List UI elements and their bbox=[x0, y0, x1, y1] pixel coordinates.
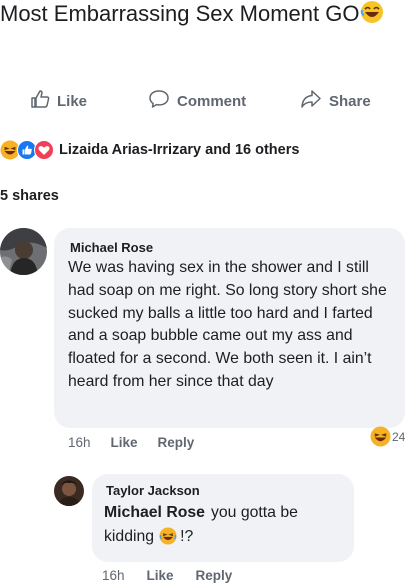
reaction-count: 24 bbox=[392, 429, 405, 444]
reactions-text: Lizaida Arias-Irrizary and 16 others bbox=[59, 142, 300, 158]
reply-text-part-2: !? bbox=[180, 528, 194, 545]
thumbs-up-icon bbox=[30, 89, 50, 113]
speech-bubble-icon bbox=[148, 89, 170, 113]
share-button[interactable]: Share bbox=[300, 88, 371, 114]
comment-meta: 16h Like Reply bbox=[68, 435, 194, 450]
reaction-icons bbox=[0, 140, 54, 160]
comment-reactions[interactable]: 24 bbox=[370, 426, 405, 447]
comment-bubble: Michael Rose We was having sex in the sh… bbox=[54, 228, 405, 428]
post-title-text: Most Embarrassing Sex Moment GO bbox=[0, 1, 360, 26]
post-title: Most Embarrassing Sex Moment GO bbox=[0, 0, 400, 32]
love-reaction-icon bbox=[34, 140, 54, 160]
comment-reply-link[interactable]: Reply bbox=[158, 435, 195, 450]
reactions-summary[interactable]: Lizaida Arias-Irrizary and 16 others bbox=[0, 137, 299, 163]
comment-button[interactable]: Comment bbox=[148, 88, 246, 114]
comment-button-label: Comment bbox=[177, 92, 247, 110]
laughing-face-icon bbox=[360, 0, 384, 32]
haha-reaction-icon bbox=[370, 426, 391, 447]
comment-timestamp[interactable]: 16h bbox=[68, 435, 91, 450]
reply-bubble: Taylor Jackson Michael Rose you gotta be … bbox=[92, 474, 354, 562]
avatar[interactable] bbox=[0, 228, 47, 275]
reply-reply-link[interactable]: Reply bbox=[196, 568, 233, 583]
reply-timestamp[interactable]: 16h bbox=[102, 568, 125, 583]
reply-like-link[interactable]: Like bbox=[147, 568, 174, 583]
shares-count[interactable]: 5 shares bbox=[0, 188, 59, 204]
post-action-bar: Like Comment Share bbox=[0, 88, 405, 114]
reply-meta: 16h Like Reply bbox=[102, 568, 232, 583]
like-button-label: Like bbox=[57, 92, 88, 110]
comment-text: We was having sex in the shower and I st… bbox=[68, 259, 387, 390]
share-button-label: Share bbox=[329, 92, 371, 110]
comment-author[interactable]: Michael Rose bbox=[70, 240, 153, 255]
like-button[interactable]: Like bbox=[30, 88, 87, 114]
reply-text: Michael Rose you gotta be kidding!? bbox=[104, 501, 344, 553]
avatar[interactable] bbox=[54, 476, 84, 506]
mention-link[interactable]: Michael Rose bbox=[104, 504, 205, 521]
reply-author[interactable]: Taylor Jackson bbox=[106, 483, 200, 498]
share-arrow-icon bbox=[300, 89, 322, 113]
laughing-face-icon bbox=[159, 527, 177, 553]
comment-like-link[interactable]: Like bbox=[111, 435, 138, 450]
